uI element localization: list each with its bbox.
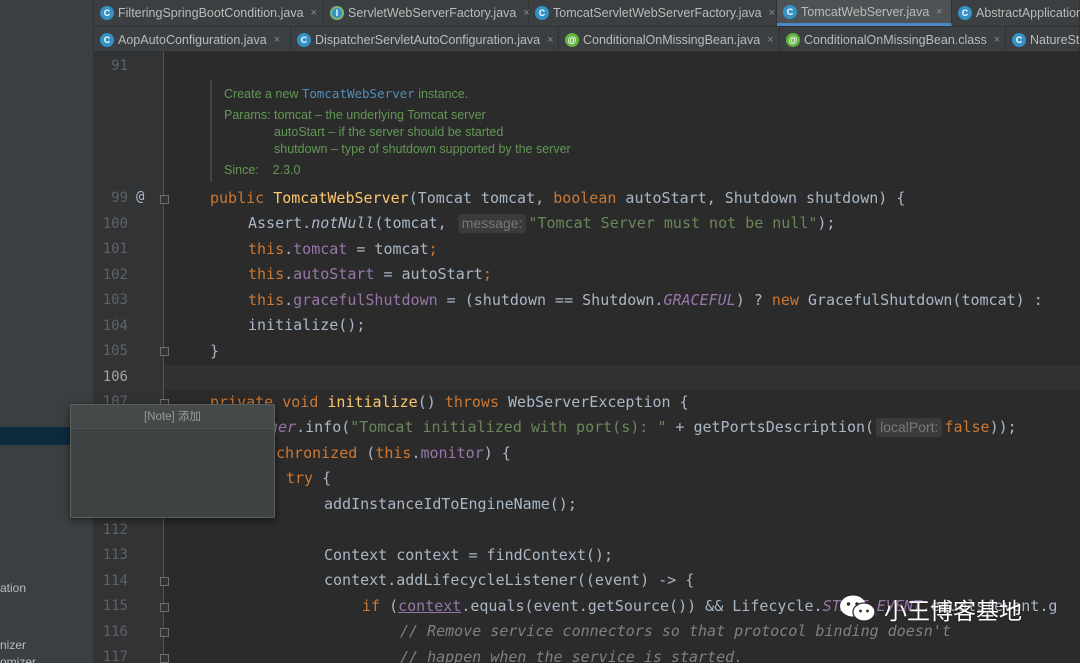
editor-tab[interactable]: C AbstractApplicationC [952, 0, 1080, 26]
editor-tab-label: TomcatWebServer.java [801, 4, 930, 19]
note-popup-title: [Note] 添加 [71, 405, 274, 429]
editor-tab[interactable]: C TomcatServletWebServerFactory.java × [529, 0, 777, 26]
close-tab-icon[interactable]: × [936, 6, 942, 18]
line-number: 114 [102, 573, 128, 589]
wechat-logo-icon [840, 595, 876, 622]
line-number: 112 [102, 522, 128, 538]
code-comment[interactable]: // happen when the service is started. [400, 648, 743, 663]
class-file-icon: C [783, 4, 797, 19]
annotation-file-icon: @ [786, 33, 800, 47]
line-number: 91 [111, 58, 128, 74]
editor-tab-label: ConditionalOnMissingBean.class [804, 33, 987, 47]
doc-summary: Create a new TomcatWebServer instance. [224, 86, 469, 101]
editor-tab[interactable]: C TomcatWebServer.java × [777, 0, 952, 26]
param-hint: message: [457, 214, 527, 233]
editor-tab-label: AbstractApplicationC [976, 6, 1080, 20]
code-line[interactable]: this.gracefulShutdown = (shutdown == Shu… [248, 291, 1043, 309]
editor-tab[interactable]: C DispatcherServletAutoConfiguration.java… [291, 27, 559, 52]
editor-tabs: C FilteringSpringBootCondition.java × I Serv… [94, 0, 1080, 52]
fold-marker-icon[interactable] [160, 654, 169, 663]
doc-param: autoStart – if the server should be star… [274, 125, 504, 139]
class-file-icon: C [100, 6, 114, 20]
code-line[interactable]: private void initialize() throws WebServ… [210, 393, 689, 411]
line-number: 105 [102, 343, 128, 359]
editor-tab-label: ServletWebServerFactory.java [348, 6, 517, 20]
editor-tab-label: FilteringSpringBootCondition.java [118, 6, 304, 20]
editor-tab[interactable]: @ ConditionalOnMissingBean.class × [780, 27, 1006, 52]
override-marker-icon[interactable]: @ [136, 189, 144, 205]
editor-tab[interactable]: C FilteringSpringBootCondition.java × [94, 0, 324, 26]
code-line[interactable]: initialize(); [248, 316, 365, 334]
editor-tab-label: TomcatServletWebServerFactory.java [553, 6, 762, 20]
code-line[interactable]: ger.info("Tomcat initialized with port(s… [269, 418, 1017, 437]
close-tab-icon[interactable]: × [311, 7, 317, 19]
line-number: 100 [102, 216, 128, 232]
line-number: 104 [102, 318, 128, 334]
line-number: 102 [102, 267, 128, 283]
close-tab-icon[interactable]: × [274, 34, 280, 46]
editor-tab[interactable]: C AopAutoConfiguration.java × [94, 27, 291, 52]
editor-tab-label: NatureSto [1030, 33, 1080, 47]
code-line[interactable]: try { [286, 469, 331, 487]
note-popup[interactable]: [Note] 添加 [70, 404, 275, 518]
editor-tab-label: ConditionalOnMissingBean.java [583, 33, 761, 47]
line-number: 99 [111, 190, 128, 206]
tree-item-fragment[interactable]: ation [0, 581, 26, 595]
editor-tab[interactable]: C NatureSto [1006, 27, 1080, 52]
tree-item-fragment[interactable]: omizer [0, 655, 36, 663]
code-line[interactable]: addInstanceIdToEngineName(); [324, 495, 577, 513]
tree-item-fragment[interactable]: nizer [0, 638, 26, 652]
code-editor[interactable]: 91 99 @ 100 101 102 103 104 105 106 107 … [94, 52, 1080, 663]
doc-since: Since: 2.3.0 [224, 163, 301, 177]
watermark: 小王博客基地 [838, 592, 1022, 626]
code-line[interactable]: public TomcatWebServer(Tomcat tomcat, bo… [210, 189, 905, 207]
doc-params: Params: tomcat – the underlying Tomcat s… [224, 108, 486, 122]
watermark-text: 小王博客基地 [884, 599, 1022, 625]
line-number: 113 [102, 547, 128, 563]
close-tab-icon[interactable]: × [547, 34, 553, 46]
rendered-javadoc[interactable]: Create a new TomcatWebServer instance. P… [210, 80, 710, 182]
note-popup-body[interactable] [71, 429, 274, 517]
code-line[interactable]: } [210, 342, 219, 360]
tab-row-1: C FilteringSpringBootCondition.java × I Serv… [94, 0, 1080, 26]
fold-marker-icon[interactable] [160, 195, 169, 204]
line-number: 103 [102, 292, 128, 308]
class-file-icon: C [958, 6, 972, 20]
class-file-icon: C [535, 6, 549, 20]
fold-marker-icon[interactable] [160, 628, 169, 637]
line-number: 115 [102, 598, 128, 614]
doc-param: shutdown – type of shutdown supported by… [274, 142, 571, 156]
current-line-highlight [94, 365, 1080, 390]
class-file-icon: C [100, 33, 114, 47]
fold-marker-icon[interactable] [160, 347, 169, 356]
line-number: 117 [102, 649, 128, 663]
code-line[interactable]: chronized (this.monitor) { [276, 444, 511, 462]
line-number-current: 106 [102, 369, 128, 385]
code-line[interactable]: Assert.notNull(tomcat, message: "Tomcat S… [248, 214, 835, 233]
code-line[interactable]: this.autoStart = autoStart; [248, 265, 492, 283]
line-number: 116 [102, 624, 128, 640]
editor-tab-label: DispatcherServletAutoConfiguration.java [315, 33, 541, 47]
close-tab-icon[interactable]: × [769, 7, 775, 19]
code-line[interactable]: context.addLifecycleListener((event) -> … [324, 571, 694, 589]
editor-tab-label: AopAutoConfiguration.java [118, 33, 267, 47]
interface-file-icon: I [330, 6, 344, 20]
editor-tab[interactable]: @ ConditionalOnMissingBean.java × [559, 27, 780, 52]
line-number: 101 [102, 241, 128, 257]
tab-row-2: C AopAutoConfiguration.java × C DispatcherSe… [94, 26, 1080, 52]
editor-tab[interactable]: I ServletWebServerFactory.java × [324, 0, 530, 26]
class-file-icon: C [297, 33, 311, 47]
class-file-icon: C [1012, 33, 1026, 47]
code-line[interactable]: this.tomcat = tomcat; [248, 240, 438, 258]
fold-marker-icon[interactable] [160, 603, 169, 612]
line-gutter[interactable]: 91 99 @ 100 101 102 103 104 105 106 107 … [94, 52, 169, 663]
annotation-file-icon: @ [565, 33, 579, 47]
code-line[interactable]: Context context = findContext(); [324, 546, 613, 564]
project-panel[interactable]: ation nizer omizer [0, 0, 94, 663]
param-hint: localPort: [876, 418, 943, 437]
fold-marker-icon[interactable] [160, 577, 169, 586]
close-tab-icon[interactable]: × [994, 34, 1000, 46]
close-tab-icon[interactable]: × [767, 34, 773, 46]
